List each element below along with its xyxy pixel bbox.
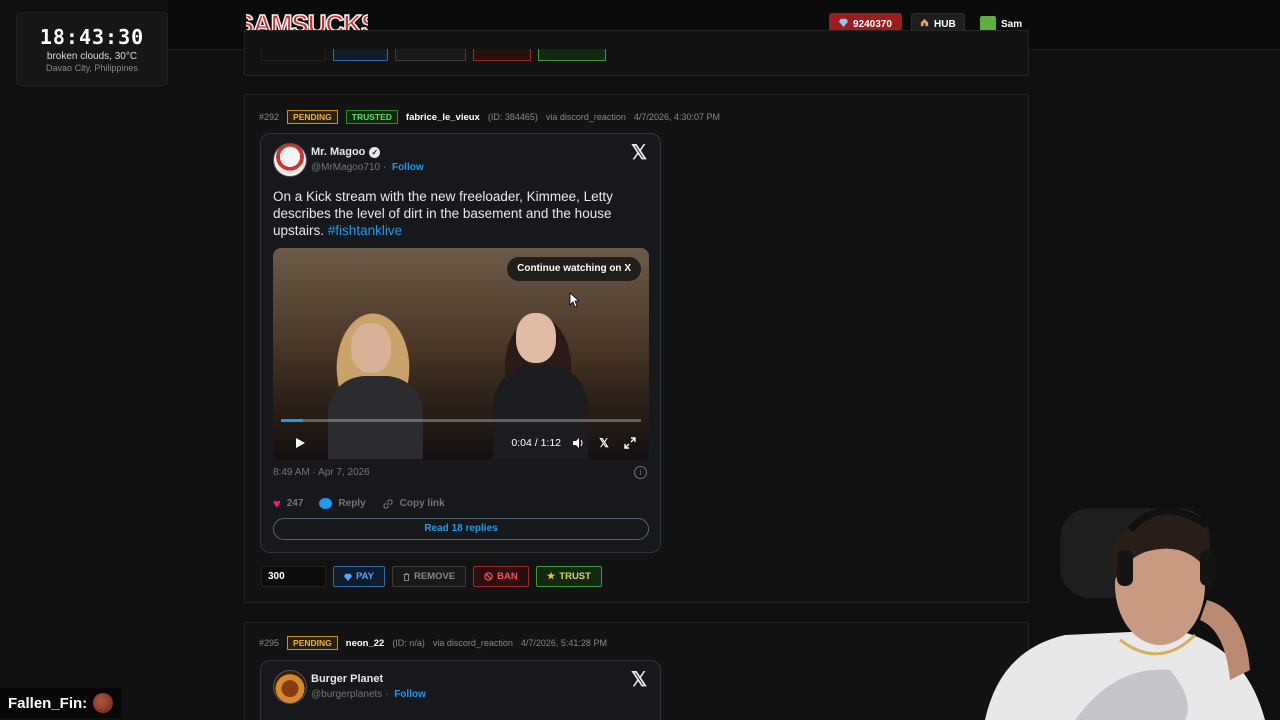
x-logo-icon[interactable]: 𝕏 [595,434,613,452]
tweet-handle: @MrMagoo710 [311,162,381,173]
x-logo-icon[interactable]: 𝕏 [628,142,650,164]
status-badge: PENDING [287,636,338,650]
submission-id: #295 [259,638,280,648]
submitter-username[interactable]: fabrice_le_vieux [406,112,480,123]
tweet-author-avatar[interactable] [273,670,307,704]
gem-icon [344,573,352,581]
tweet-text: On a Kick stream with the new freeloader… [273,188,653,239]
gem-icon [839,18,848,30]
tweet-author-name: Mr. Magoo [311,146,366,158]
home-icon [920,18,929,30]
submission-meta: #295 PENDING neon_22 (ID: n/a) via disco… [259,636,607,650]
reply-icon [319,498,333,509]
reply-button[interactable]: Reply [319,498,366,509]
tweet-author-avatar[interactable] [273,143,307,177]
volume-icon[interactable] [569,434,587,452]
tweet-date[interactable]: 8:49 AM · Apr 7, 2026 [273,467,370,478]
submission-timestamp: 4/7/2026, 5:41:28 PM [520,638,607,648]
video-figure [516,313,556,363]
star-icon: ★ [546,571,556,582]
trust-label: TRUST [559,571,591,582]
follow-link[interactable]: Follow [394,689,426,700]
video-figure [351,323,391,373]
tweet-body: On a Kick stream with the new freeloader… [273,189,613,238]
follow-link[interactable]: Follow [392,162,424,173]
video-controls: 0:04 / 1:12 𝕏 [273,427,649,459]
chat-overlay: Fallen_Fin: [0,688,122,718]
user-name: Sam [1001,18,1023,30]
read-replies-button[interactable]: Read 18 replies [273,518,649,540]
tweet-author[interactable]: Mr. Magoo ✓ [311,146,381,158]
submitter-username[interactable]: neon_22 [346,638,385,649]
tweet-actions: ♥ 247 Reply Copy link [273,496,445,511]
submission-timestamp: 4/7/2026, 4:30:07 PM [633,112,720,122]
submission-source: via discord_reaction [432,638,513,648]
tweet-handle-row: @burgerplanets · Follow [311,689,426,700]
video-progress-fill [281,419,303,422]
like-button[interactable]: ♥ 247 [273,496,303,511]
previous-action-row [261,49,606,61]
mouse-cursor-icon [569,292,579,308]
pay-button-stub[interactable] [333,49,388,61]
trust-button-stub[interactable] [538,49,606,61]
clock-time: 18:43:30 [39,25,145,49]
tweet-embed: Burger Planet @burgerplanets · Follow 𝕏 [260,660,661,720]
submission-source: via discord_reaction [545,112,626,122]
reply-label: Reply [338,498,366,509]
trusted-badge: TRUSTED [345,110,398,124]
clock-location: Davao City, Philippines [46,63,138,73]
continue-watching-button[interactable]: Continue watching on X [507,257,641,281]
coin-count: 9240370 [853,18,892,30]
chat-username: Fallen_Fin: [8,694,88,712]
ban-button-stub[interactable] [473,49,531,61]
moderation-actions: PAY REMOVE BAN ★ TRUST [261,566,602,587]
status-badge: PENDING [287,110,338,124]
trash-icon [403,572,410,581]
x-logo-icon[interactable]: 𝕏 [628,669,650,691]
chat-emote-icon [93,693,114,713]
link-icon [382,498,393,509]
submission-card: #295 PENDING neon_22 (ID: n/a) via disco… [244,622,1029,720]
like-count: 247 [286,498,304,509]
tweet-handle-row: @MrMagoo710 · Follow [311,162,424,173]
ban-label: BAN [497,571,518,582]
pay-label: PAY [356,571,374,582]
copy-link-button[interactable]: Copy link [382,498,445,510]
submission-meta: #292 PENDING TRUSTED fabrice_le_vieux (I… [259,110,720,124]
trust-button[interactable]: ★ TRUST [535,566,602,587]
submitter-id: (ID: 384465) [487,112,538,122]
heart-icon: ♥ [273,496,281,511]
streamer-silhouette [985,507,1265,720]
page-root: 18:43:30 broken clouds, 30°C Davao City,… [0,0,1280,720]
submission-card-previous [244,30,1029,76]
verified-icon: ✓ [369,146,381,158]
clock-widget: 18:43:30 broken clouds, 30°C Davao City,… [16,12,168,86]
video-time: 0:04 / 1:12 [511,437,561,449]
clock-weather: broken clouds, 30°C [46,51,138,62]
play-icon[interactable] [291,434,309,452]
tweet-author-name: Burger Planet [311,673,384,685]
amount-input-stub[interactable] [261,49,326,61]
info-icon[interactable]: i [634,466,647,479]
submission-id: #292 [259,112,280,122]
ban-button[interactable]: BAN [473,566,529,587]
remove-button-stub[interactable] [395,49,466,61]
ban-icon [484,572,493,581]
pay-button[interactable]: PAY [333,566,385,587]
tweet-handle: @burgerplanets [311,689,383,700]
webcam-overlay [945,470,1280,720]
tweet-hashtag[interactable]: #fishtanklive [328,223,402,238]
remove-button[interactable]: REMOVE [391,566,467,587]
tweet-author[interactable]: Burger Planet [311,673,383,685]
submitter-id: (ID: n/a) [392,638,425,648]
tweet-video[interactable]: Continue watching on X 0:04 / 1:12 𝕏 [273,248,649,459]
remove-label: REMOVE [413,571,456,582]
pay-amount-input[interactable] [261,566,326,587]
copy-link-label: Copy link [399,498,445,509]
tweet-embed: Mr. Magoo ✓ @MrMagoo710 · Follow 𝕏 On a … [260,133,661,553]
fullscreen-icon[interactable] [621,434,639,452]
hub-label: HUB [934,18,956,30]
submission-card: #292 PENDING TRUSTED fabrice_le_vieux (I… [244,94,1029,603]
video-progress-bar[interactable] [281,419,641,422]
